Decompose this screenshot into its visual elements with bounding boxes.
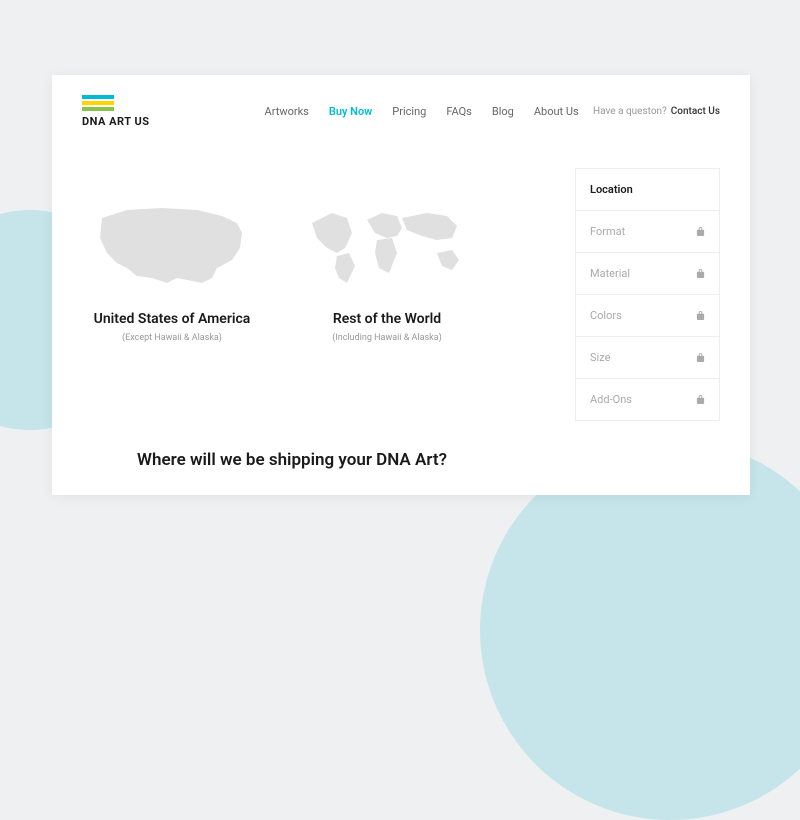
location-options: United States of America (Except Hawaii … (82, 198, 477, 421)
step-format: Format (576, 211, 719, 253)
option-world-title: Rest of the World (333, 311, 441, 327)
lock-icon (696, 394, 705, 405)
step-location[interactable]: Location (576, 169, 719, 211)
nav-faqs[interactable]: FAQs (446, 105, 472, 118)
lock-icon (696, 268, 705, 279)
lock-icon (696, 310, 705, 321)
usa-map-icon (82, 198, 262, 293)
step-label: Colors (590, 309, 622, 322)
body: United States of America (Except Hawaii … (52, 148, 750, 441)
lock-icon (696, 352, 705, 363)
page-heading: Where will we be shipping your DNA Art? (52, 450, 532, 470)
step-label: Add-Ons (590, 393, 632, 406)
step-label: Location (590, 183, 633, 196)
logo[interactable]: DNA ART US (82, 95, 150, 128)
option-usa-subtitle: (Except Hawaii & Alaska) (122, 333, 222, 343)
nav-about-us[interactable]: About Us (534, 105, 579, 118)
header-right: Have a queston? Contact Us (593, 106, 720, 117)
step-size: Size (576, 337, 719, 379)
logo-text: DNA ART US (82, 115, 150, 128)
nav-pricing[interactable]: Pricing (392, 105, 426, 118)
option-usa[interactable]: United States of America (Except Hawaii … (82, 198, 262, 421)
step-label: Size (590, 351, 610, 364)
nav-artworks[interactable]: Artworks (265, 105, 309, 118)
step-material: Material (576, 253, 719, 295)
step-colors: Colors (576, 295, 719, 337)
header-question: Have a queston? (593, 106, 667, 117)
step-addons: Add-Ons (576, 379, 719, 420)
step-label: Format (590, 225, 625, 238)
option-world[interactable]: Rest of the World (Including Hawaii & Al… (297, 198, 477, 421)
nav: Artworks Buy Now Pricing FAQs Blog About… (265, 105, 579, 118)
lock-icon (696, 226, 705, 237)
option-usa-title: United States of America (94, 311, 251, 327)
main-card: DNA ART US Artworks Buy Now Pricing FAQs… (52, 75, 750, 495)
header: DNA ART US Artworks Buy Now Pricing FAQs… (52, 75, 750, 148)
world-map-icon (297, 198, 477, 293)
step-label: Material (590, 267, 630, 280)
option-world-subtitle: (Including Hawaii & Alaska) (332, 333, 442, 343)
bg-decoration-right (480, 440, 800, 820)
wizard-steps: Location Format Material Colors Size Add… (575, 168, 720, 421)
logo-bars (82, 95, 150, 111)
contact-link[interactable]: Contact Us (671, 106, 720, 117)
nav-buy-now[interactable]: Buy Now (329, 105, 372, 118)
nav-blog[interactable]: Blog (492, 105, 514, 118)
